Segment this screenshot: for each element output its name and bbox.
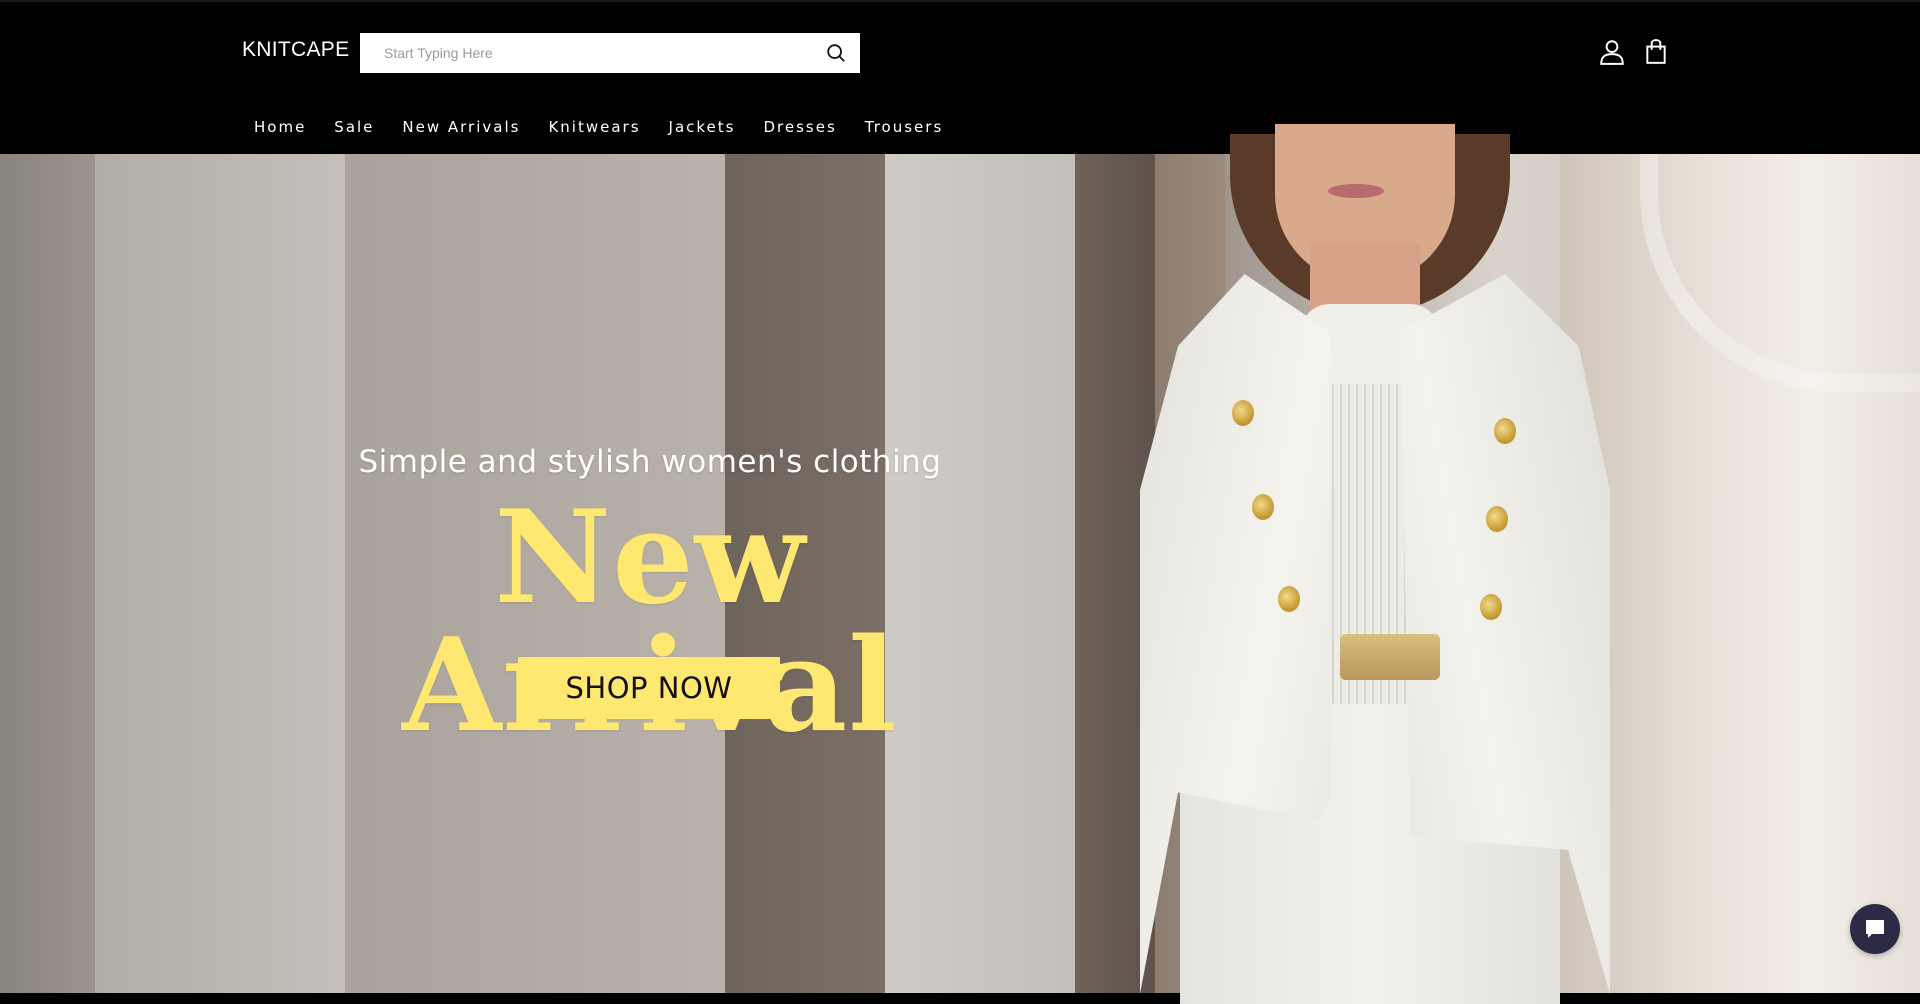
- nav-item-trousers[interactable]: Trousers: [851, 118, 958, 136]
- nav-item-dresses[interactable]: Dresses: [749, 118, 850, 136]
- nav-item-knitwears[interactable]: Knitwears: [534, 118, 654, 136]
- search-button[interactable]: [822, 39, 850, 67]
- user-icon: [1600, 40, 1624, 65]
- hero-pillar: [0, 154, 90, 993]
- jacket-button: [1486, 506, 1508, 532]
- search-input[interactable]: [360, 33, 800, 73]
- shop-now-button[interactable]: SHOP NOW: [518, 657, 780, 719]
- nav-item-new-arrivals[interactable]: New Arrivals: [388, 118, 534, 136]
- jacket-button: [1252, 494, 1274, 520]
- search-icon: [827, 44, 845, 62]
- nav-item-home[interactable]: Home: [240, 118, 320, 136]
- site-header: KNITCAPE Home Sale New Arrivals Knitwear…: [0, 0, 1920, 154]
- jacket-button: [1232, 400, 1254, 426]
- model-lips: [1328, 184, 1384, 198]
- nav-item-sale[interactable]: Sale: [320, 118, 388, 136]
- gold-belt: [1340, 634, 1440, 680]
- shopping-bag-icon: [1646, 39, 1666, 64]
- cart-button[interactable]: [1641, 37, 1671, 67]
- nav-item-jackets[interactable]: Jackets: [655, 118, 750, 136]
- search-bar: [360, 33, 860, 73]
- chat-bubble-icon: [1866, 920, 1884, 938]
- hero-model-image: [1100, 124, 1660, 1004]
- jacket-button: [1494, 418, 1516, 444]
- jacket-button: [1480, 594, 1502, 620]
- chat-launcher-button[interactable]: [1850, 904, 1900, 954]
- hero-subtitle: Simple and stylish women's clothing: [358, 444, 942, 480]
- main-nav: Home Sale New Arrivals Knitwears Jackets…: [240, 118, 957, 136]
- account-button[interactable]: [1597, 37, 1627, 67]
- jacket-button: [1278, 586, 1300, 612]
- site-logo[interactable]: KNITCAPE: [242, 38, 349, 62]
